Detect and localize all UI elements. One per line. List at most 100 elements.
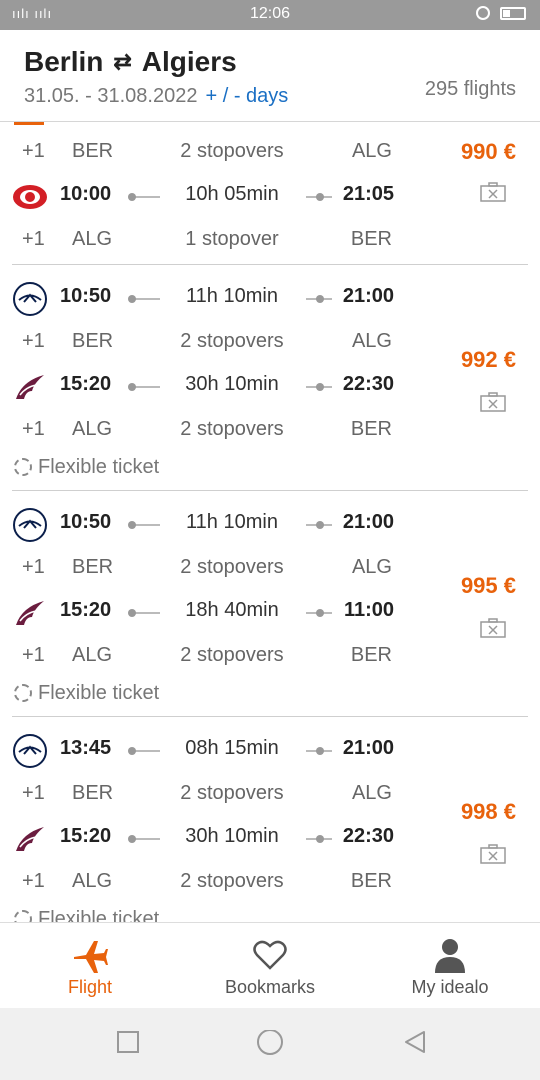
plus-day: +1 bbox=[22, 782, 45, 804]
rotation-lock-icon bbox=[476, 6, 490, 20]
home-button-icon[interactable] bbox=[256, 1030, 284, 1058]
nav-flight-label: Flight bbox=[67, 977, 112, 997]
stopovers: 2 stopovers bbox=[180, 418, 284, 440]
price: 990 € bbox=[460, 139, 516, 164]
qatar-airways-logo-icon bbox=[16, 601, 44, 625]
plus-day: +1 bbox=[22, 418, 45, 440]
destination-city: Algiers bbox=[141, 46, 237, 77]
plus-day: +1 bbox=[22, 228, 45, 250]
turkish-airlines-logo-icon bbox=[13, 185, 47, 209]
nav-my-idealo[interactable]: My idealo bbox=[360, 923, 540, 1009]
return-row: 15:20 30h 10min 22:30 bbox=[12, 373, 402, 403]
lufthansa-logo-icon bbox=[13, 282, 47, 316]
lufthansa-logo-icon bbox=[13, 508, 47, 542]
to-airport: ALG bbox=[351, 782, 392, 804]
outbound-row: 10:50 11h 10min 21:00 bbox=[12, 508, 402, 542]
plus-day: +1 bbox=[22, 330, 45, 352]
flex-days-link[interactable]: + / - days bbox=[205, 85, 288, 107]
departure-time: 15:20 bbox=[60, 373, 112, 395]
back-button-icon[interactable] bbox=[402, 1030, 428, 1056]
price: 992 € bbox=[460, 347, 516, 372]
no-baggage-icon bbox=[480, 182, 506, 202]
to-airport: ALG bbox=[351, 330, 392, 352]
recents-button-icon[interactable] bbox=[116, 1030, 140, 1054]
departure-time: 13:45 bbox=[60, 737, 112, 759]
flexible-ticket-icon bbox=[14, 458, 32, 476]
nav-my-idealo-label: My idealo bbox=[411, 977, 489, 997]
outbound-row: 13:45 08h 15min 21:00 bbox=[12, 734, 402, 768]
swap-icon: ⇄ bbox=[113, 49, 132, 74]
plus-day: +1 bbox=[22, 870, 45, 892]
from-airport: BER bbox=[72, 782, 114, 804]
arrival-time: 21:00 bbox=[342, 511, 394, 533]
to-airport: BER bbox=[350, 870, 392, 892]
arrival-time: 22:30 bbox=[342, 825, 394, 847]
stopovers: 2 stopovers bbox=[180, 140, 284, 162]
result-card[interactable]: 13:45 08h 15min 21:00 +1 BER 2 stopovers… bbox=[12, 717, 528, 922]
segment-meta-row: +1 ALG 1 stopover BER bbox=[12, 228, 402, 258]
plus-day: +1 bbox=[22, 140, 45, 162]
search-summary-header[interactable]: Berlin ⇄ Algiers 31.05. - 31.08.2022 + / … bbox=[0, 30, 540, 122]
return-row: 15:20 18h 40min 11:00 bbox=[12, 599, 402, 629]
battery-icon bbox=[500, 6, 526, 20]
duration: 30h 10min bbox=[185, 825, 279, 847]
duration: 18h 40min bbox=[185, 599, 279, 621]
result-card[interactable]: 10:50 11h 10min 21:00 +1 BER 2 stopovers… bbox=[12, 491, 528, 717]
flexible-ticket: Flexible ticket bbox=[14, 906, 159, 922]
lufthansa-logo-icon bbox=[13, 734, 47, 768]
results-list[interactable]: +1 BER 2 stopovers ALG 10:00 10h 05min 2… bbox=[0, 122, 540, 922]
segment-main-row: 10:00 10h 05min 21:05 bbox=[12, 183, 402, 213]
to-airport: BER bbox=[350, 418, 392, 440]
to-airport: BER bbox=[350, 228, 392, 250]
result-card[interactable]: 10:50 11h 10min 21:00 +1 BER 2 stopovers… bbox=[12, 265, 528, 491]
outbound-meta-row: +1 BER 2 stopovers ALG bbox=[12, 782, 402, 812]
system-navigation-bar bbox=[0, 1008, 540, 1080]
stopovers: 2 stopovers bbox=[180, 330, 284, 352]
from-airport: ALG bbox=[72, 228, 113, 250]
flexible-ticket-icon bbox=[14, 684, 32, 702]
from-airport: BER bbox=[72, 140, 114, 162]
stopovers: 2 stopovers bbox=[180, 644, 284, 666]
to-airport: ALG bbox=[351, 556, 392, 578]
arrival-time: 22:30 bbox=[342, 373, 394, 395]
stopovers: 2 stopovers bbox=[180, 870, 284, 892]
departure-time: 10:00 bbox=[60, 183, 112, 205]
arrival-time: 21:00 bbox=[342, 285, 394, 307]
qatar-airways-logo-icon bbox=[16, 375, 44, 399]
outbound-row: 10:50 11h 10min 21:00 bbox=[12, 282, 402, 316]
departure-time: 15:20 bbox=[60, 599, 112, 621]
nav-bookmarks-label: Bookmarks bbox=[224, 977, 316, 997]
price: 995 € bbox=[460, 573, 516, 598]
status-icons bbox=[476, 6, 526, 20]
duration: 10h 05min bbox=[185, 183, 279, 205]
flexible-ticket-label: Flexible ticket bbox=[38, 907, 160, 923]
flight-count: 295 flights bbox=[424, 78, 516, 100]
nav-bookmarks[interactable]: Bookmarks bbox=[180, 923, 360, 1009]
from-airport: ALG bbox=[72, 418, 113, 440]
flexible-ticket: Flexible ticket bbox=[14, 680, 159, 706]
return-meta-row: +1 ALG 2 stopovers BER bbox=[12, 418, 402, 448]
arrival-time: 21:05 bbox=[342, 183, 394, 205]
departure-time: 15:20 bbox=[60, 825, 112, 847]
departure-time: 10:50 bbox=[60, 511, 112, 533]
user-icon bbox=[435, 939, 465, 973]
duration: 30h 10min bbox=[185, 373, 279, 395]
result-card[interactable]: +1 BER 2 stopovers ALG 10:00 10h 05min 2… bbox=[12, 122, 528, 265]
from-airport: ALG bbox=[72, 644, 113, 666]
flexible-ticket-label: Flexible ticket bbox=[38, 455, 160, 478]
no-baggage-icon bbox=[480, 392, 506, 412]
date-range-text: 31.05. - 31.08.2022 bbox=[24, 85, 198, 107]
nav-flight[interactable]: Flight bbox=[0, 923, 180, 1009]
from-airport: BER bbox=[72, 556, 114, 578]
stopovers: 2 stopovers bbox=[180, 782, 284, 804]
date-range: 31.05. - 31.08.2022 + / - days bbox=[24, 85, 288, 108]
no-baggage-icon bbox=[480, 844, 506, 864]
outbound-meta-row: +1 BER 2 stopovers ALG bbox=[12, 556, 402, 586]
return-row: 15:20 30h 10min 22:30 bbox=[12, 825, 402, 855]
arrival-time: 11:00 bbox=[343, 599, 394, 621]
from-airport: BER bbox=[72, 330, 114, 352]
airplane-icon bbox=[74, 941, 108, 973]
return-meta-row: +1 ALG 2 stopovers BER bbox=[12, 870, 402, 900]
flexible-ticket-label: Flexible ticket bbox=[38, 681, 160, 704]
stopovers: 2 stopovers bbox=[180, 556, 284, 578]
